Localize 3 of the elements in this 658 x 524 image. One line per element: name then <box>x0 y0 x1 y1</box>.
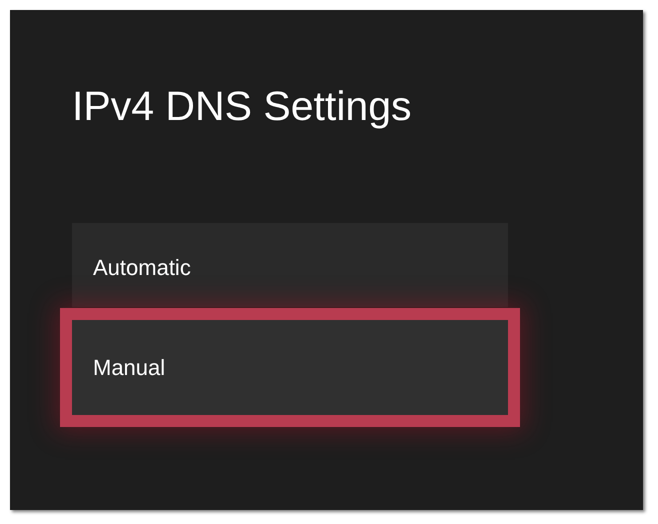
page-title: IPv4 DNS Settings <box>72 82 412 131</box>
option-item[interactable]: Automatic <box>72 223 508 307</box>
option-item[interactable]: Manual <box>72 320 508 415</box>
